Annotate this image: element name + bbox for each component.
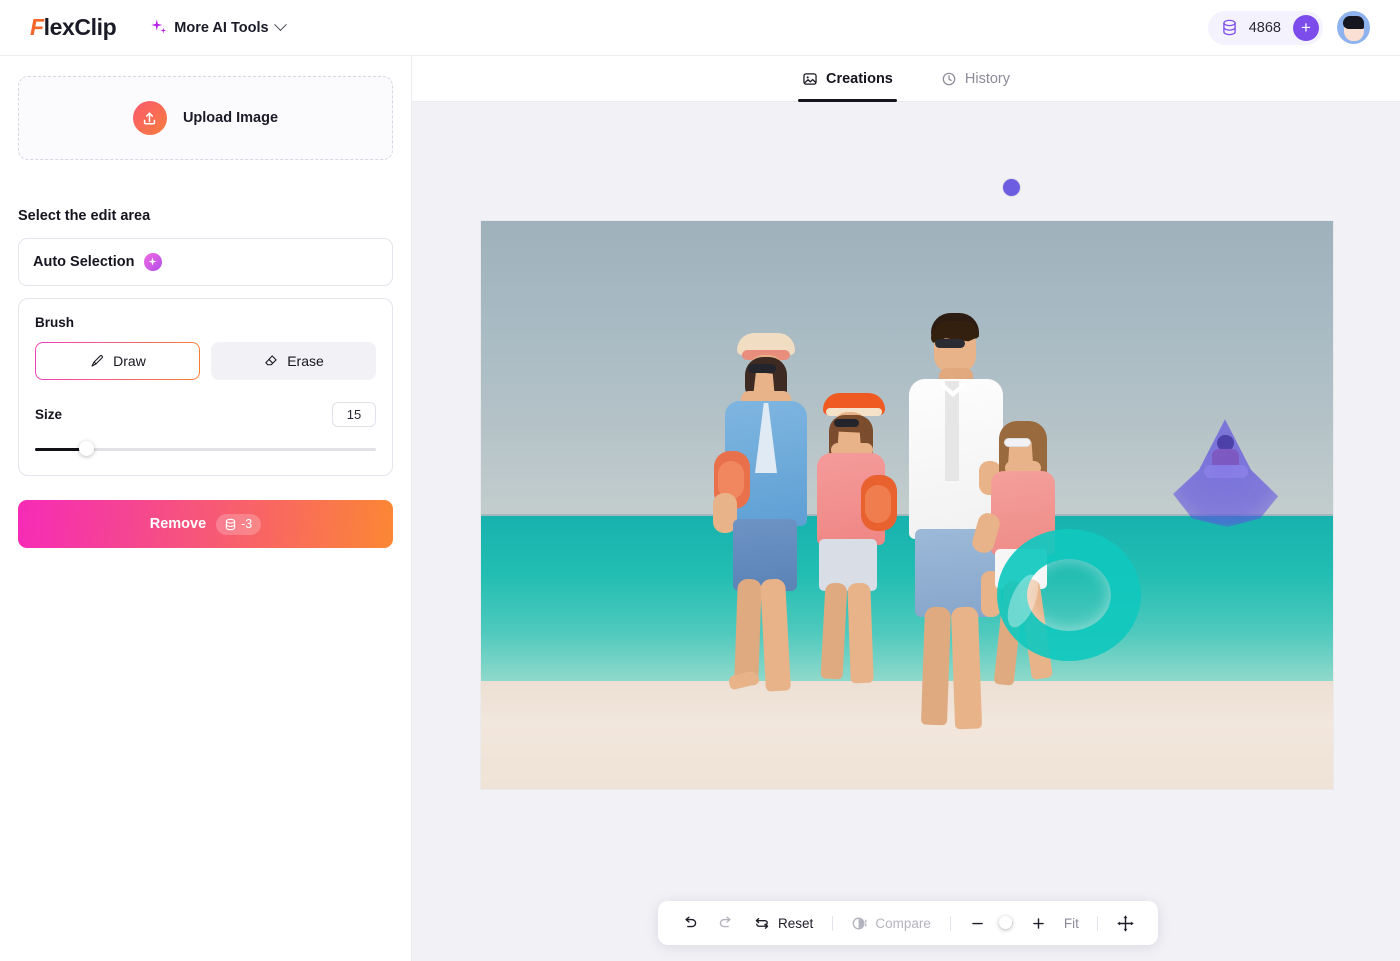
slider-thumb[interactable] bbox=[79, 441, 95, 456]
remove-button-label: Remove bbox=[149, 516, 207, 532]
reset-button[interactable]: Reset bbox=[746, 901, 820, 945]
sparkle-icon bbox=[143, 253, 162, 271]
redo-icon bbox=[717, 914, 735, 932]
brush-panel-title: Brush bbox=[35, 315, 75, 330]
brush-erase-label: Erase bbox=[287, 353, 324, 369]
zoom-in-button[interactable] bbox=[1023, 901, 1054, 945]
edit-area-section-title: Select the edit area bbox=[18, 208, 151, 224]
credits-badge[interactable]: 4868 + bbox=[1207, 10, 1323, 45]
tab-creations-label: Creations bbox=[825, 70, 893, 87]
upload-image-dropzone[interactable]: Upload Image bbox=[18, 76, 393, 160]
brush-size-row: Size 15 bbox=[35, 402, 376, 427]
remove-cost-label: -3 bbox=[241, 517, 253, 531]
compare-label: Compare bbox=[875, 915, 931, 931]
brush-tool-group: Draw Erase bbox=[35, 342, 376, 380]
top-bar-right: 4868 + bbox=[1207, 10, 1370, 45]
image-canvas[interactable] bbox=[481, 221, 1333, 789]
logo-f-mark: F bbox=[30, 14, 44, 40]
upload-icon bbox=[132, 101, 167, 135]
brush-draw-button[interactable]: Draw bbox=[35, 342, 200, 380]
left-sidebar: Upload Image Select the edit area Auto S… bbox=[0, 56, 412, 961]
bottom-toolbar: Reset Compare Fit bbox=[658, 901, 1158, 945]
auto-selection-button[interactable]: Auto Selection bbox=[18, 238, 393, 286]
brush-size-input[interactable]: 15 bbox=[332, 402, 376, 427]
compare-button[interactable]: Compare bbox=[844, 901, 938, 945]
credits-count: 4868 bbox=[1248, 19, 1281, 36]
coin-icon bbox=[1222, 19, 1237, 36]
auto-selection-label: Auto Selection bbox=[33, 254, 135, 270]
logo-rest: lexClip bbox=[43, 14, 117, 40]
brush-draw-label: Draw bbox=[113, 353, 146, 369]
tab-history-label: History bbox=[964, 70, 1010, 87]
fit-button[interactable]: Fit bbox=[1058, 916, 1085, 931]
canvas-area: Creations History Reset Compare Fit bbox=[412, 56, 1400, 961]
brush-icon bbox=[89, 353, 105, 369]
avatar-hair bbox=[1343, 16, 1364, 29]
brush-size-slider[interactable] bbox=[35, 441, 376, 457]
canvas-tabs: Creations History bbox=[412, 56, 1400, 102]
zoom-slider[interactable] bbox=[999, 916, 1013, 930]
refresh-icon bbox=[753, 914, 771, 932]
redo-button[interactable] bbox=[710, 901, 742, 945]
remove-button[interactable]: Remove -3 bbox=[18, 500, 393, 548]
logo[interactable]: FlexClip bbox=[30, 14, 117, 41]
sparkle-icon bbox=[151, 20, 167, 36]
move-icon bbox=[1116, 914, 1135, 933]
brush-size-label: Size bbox=[35, 407, 63, 422]
tab-creations[interactable]: Creations bbox=[797, 56, 897, 102]
tab-history[interactable]: History bbox=[937, 56, 1014, 102]
more-ai-tools-label: More AI Tools bbox=[174, 19, 269, 36]
chevron-down-icon bbox=[273, 18, 287, 32]
logo-text: FlexClip bbox=[30, 14, 117, 41]
eraser-icon bbox=[263, 353, 279, 369]
image-icon bbox=[802, 71, 818, 87]
zoom-slider-thumb[interactable] bbox=[999, 916, 1013, 929]
brush-erase-button[interactable]: Erase bbox=[211, 342, 376, 380]
photo-person-girl-orange-hat bbox=[805, 393, 901, 693]
minus-icon bbox=[969, 915, 986, 932]
clock-icon bbox=[941, 71, 957, 87]
undo-icon bbox=[681, 914, 699, 932]
more-ai-tools-button[interactable]: More AI Tools bbox=[151, 18, 287, 36]
zoom-out-button[interactable] bbox=[962, 901, 993, 945]
pan-button[interactable] bbox=[1109, 901, 1142, 945]
remove-cost-badge: -3 bbox=[216, 513, 262, 535]
undo-button[interactable] bbox=[674, 901, 706, 945]
plus-icon bbox=[1030, 915, 1047, 932]
add-credits-button[interactable]: + bbox=[1293, 14, 1319, 41]
upload-image-label: Upload Image bbox=[182, 110, 279, 126]
flexclip-image-editor: FlexClip More AI Tools 4868 + Upload Ima… bbox=[0, 0, 1400, 961]
user-avatar[interactable] bbox=[1337, 11, 1370, 44]
compare-icon bbox=[851, 915, 868, 932]
brush-cursor bbox=[1003, 179, 1020, 196]
brush-panel: Brush Draw Erase Size 15 bbox=[18, 298, 393, 476]
reset-label: Reset bbox=[778, 915, 814, 931]
top-bar: FlexClip More AI Tools 4868 + bbox=[0, 0, 1400, 56]
